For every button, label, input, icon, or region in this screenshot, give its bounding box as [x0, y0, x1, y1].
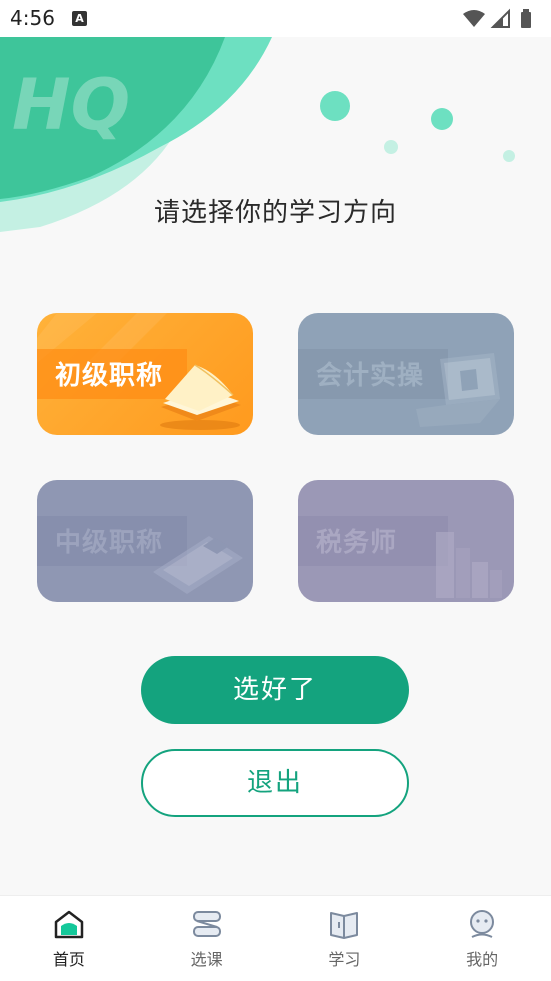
home-icon — [54, 910, 84, 939]
nav-item-home[interactable]: 首页 — [0, 896, 138, 981]
book-icon — [160, 364, 241, 430]
svg-text:HQ: HQ — [12, 64, 130, 146]
card-label: 税务师 — [316, 528, 398, 558]
card-label: 初级职称 — [55, 361, 164, 391]
laptop-icon — [416, 353, 500, 427]
status-time: 4:56 — [10, 6, 55, 30]
notification-icon: A — [72, 11, 87, 26]
deco-dot — [384, 140, 398, 154]
status-bar: 4:56 A — [0, 0, 551, 37]
nav-label: 首页 — [52, 950, 85, 969]
logo-mark: HQ — [12, 64, 130, 146]
signal-icon — [490, 8, 510, 28]
wifi-icon — [463, 10, 485, 27]
card-label: 中级职称 — [55, 528, 164, 558]
bottom-nav: 首页 选课 学习 我的 — [0, 895, 551, 981]
nav-label: 我的 — [466, 950, 499, 969]
card-label: 会计实操 — [316, 361, 425, 391]
status-icons — [463, 8, 531, 28]
calculator-icon — [153, 536, 243, 594]
courses-icon — [192, 911, 221, 937]
deco-dot — [503, 150, 515, 162]
study-book-icon — [330, 912, 359, 939]
nav-label: 选课 — [190, 950, 223, 969]
nav-item-study[interactable]: 学习 — [276, 896, 414, 981]
nav-item-profile[interactable]: 我的 — [413, 896, 551, 981]
direction-card-tax[interactable]: 税务师 — [298, 480, 514, 602]
direction-card-junior[interactable]: 初级职称 — [37, 313, 253, 435]
confirm-button[interactable]: 选好了 — [141, 656, 409, 724]
page-title: 请选择你的学习方向 — [153, 198, 397, 228]
nav-item-courses[interactable]: 选课 — [138, 896, 276, 981]
building-icon — [436, 532, 502, 598]
exit-button[interactable]: 退出 — [141, 749, 409, 817]
profile-icon — [470, 910, 495, 938]
nav-label: 学习 — [328, 950, 361, 969]
direction-card-practice[interactable]: 会计实操 — [298, 313, 514, 435]
deco-dot — [431, 108, 453, 130]
battery-icon — [521, 9, 531, 28]
direction-selection-page: HQ 请选择你的学习方向 初级职称 会计实操 中级职称 税务师 选好了 退出 — [0, 37, 551, 895]
deco-dot — [320, 91, 350, 121]
direction-card-intermediate[interactable]: 中级职称 — [37, 480, 253, 602]
